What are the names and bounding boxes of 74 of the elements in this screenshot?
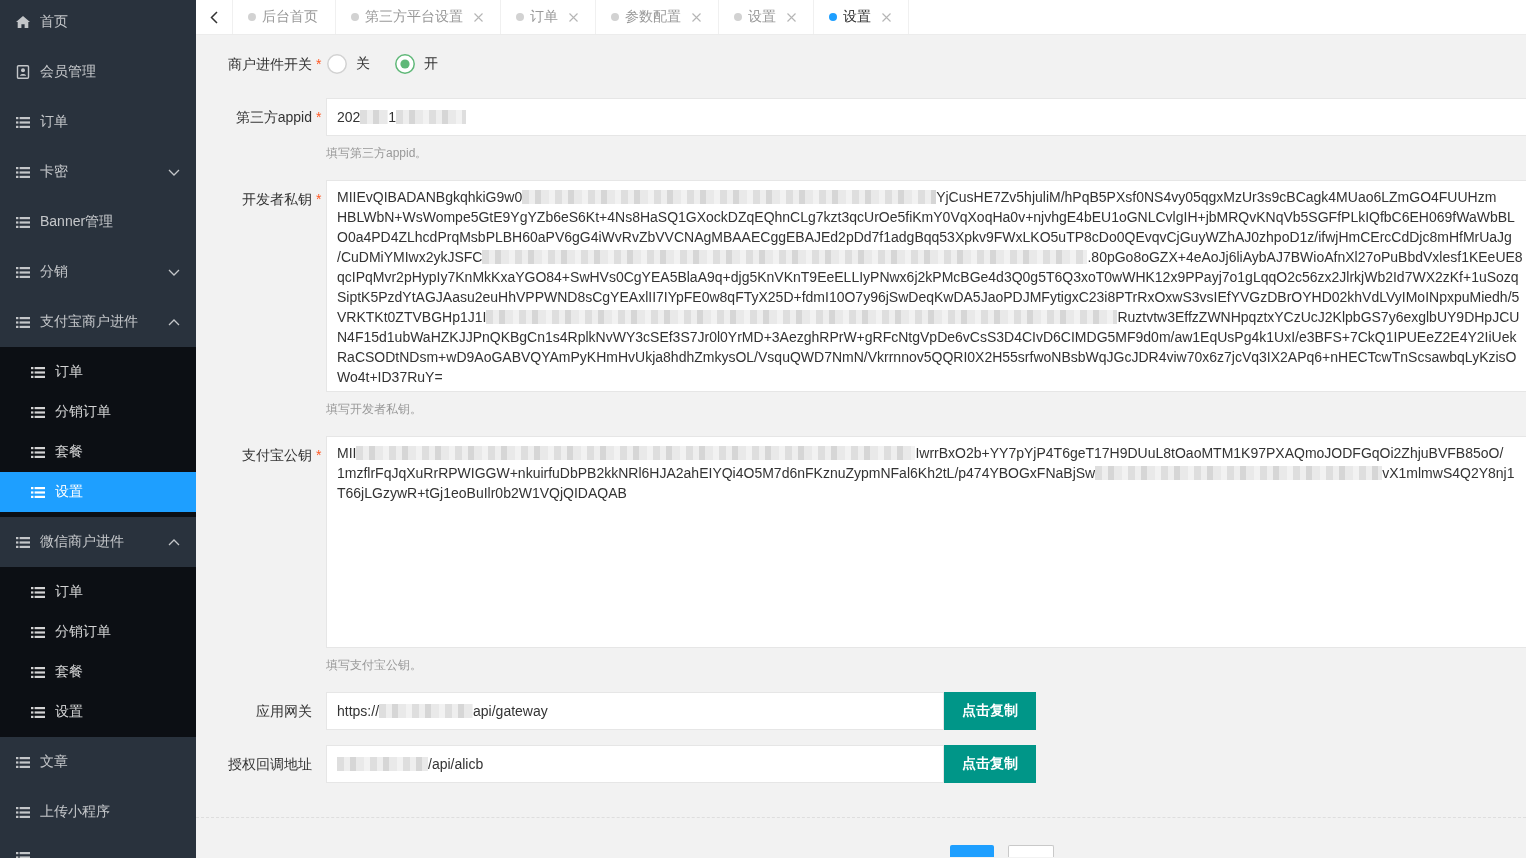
list-icon xyxy=(16,266,30,278)
copy-button[interactable]: 点击复制 xyxy=(944,745,1036,783)
status-dot-icon xyxy=(734,13,742,21)
status-dot-icon xyxy=(248,13,256,21)
required-mark: * xyxy=(316,108,322,127)
sidebar-item[interactable]: 微信商户进件 xyxy=(0,517,196,567)
field-label: 授权回调地址 xyxy=(228,755,312,774)
list-icon xyxy=(16,166,30,178)
list-icon xyxy=(31,446,45,458)
pixelated-redaction xyxy=(396,110,467,124)
field-label: 第三方appid xyxy=(235,108,312,127)
close-icon[interactable] xyxy=(692,12,701,22)
field-label: 商户进件开关 xyxy=(228,55,312,74)
sidebar-item[interactable]: 文章 xyxy=(0,737,196,787)
submenu-item[interactable]: 订单 xyxy=(0,352,196,392)
submenu-item[interactable]: 套餐 xyxy=(0,652,196,692)
status-dot-icon xyxy=(516,13,524,21)
list-icon xyxy=(16,852,30,858)
list-icon xyxy=(16,536,30,548)
list-icon xyxy=(31,406,45,418)
sidebar-item[interactable]: 支付宝商户进件 xyxy=(0,297,196,347)
close-icon[interactable] xyxy=(474,12,483,22)
input-field[interactable]: 202 1 xyxy=(326,98,1526,136)
sidebar-item[interactable]: 首页 xyxy=(0,0,196,47)
close-icon[interactable] xyxy=(787,12,796,22)
list-icon xyxy=(31,706,45,718)
list-icon xyxy=(31,366,45,378)
pixelated-redaction xyxy=(360,110,389,124)
contact-card-icon xyxy=(16,65,30,79)
sidebar-item[interactable]: 分销 xyxy=(0,247,196,297)
required-mark: * xyxy=(316,190,322,209)
sidebar-item[interactable]: Banner管理 xyxy=(0,197,196,247)
radio-option[interactable]: 开 xyxy=(395,54,438,74)
submenu-item[interactable]: 分销订单 xyxy=(0,392,196,432)
submenu-item[interactable]: 订单 xyxy=(0,572,196,612)
list-icon xyxy=(31,666,45,678)
field-hint: 填写支付宝公钥。 xyxy=(326,657,422,674)
chevron-left-icon xyxy=(210,10,218,24)
list-icon xyxy=(31,486,45,498)
list-icon xyxy=(31,626,45,638)
close-icon[interactable] xyxy=(569,12,578,22)
radio-option[interactable]: 关 xyxy=(327,54,370,74)
status-dot-icon xyxy=(611,13,619,21)
list-icon xyxy=(16,806,30,818)
textarea-field[interactable]: MII IwrrBxO2b+YY7pYjP4T6geT17H9DUuL8tOaoMTM1K97PXAQmoJODFGqOi2ZhjuBVFB85oO/ 1mzflrFqJqXuRrRPWIGGW+nkuirfuDbPB2kkNRl6HJA2ahEIYQi4O5M7d6nFKznuZypmNFal6Kh2tL/p474YBOGxFNaBjSw vX1mlmwS4Q2Y8nj1 T66jLGzywR+tGj1eoBuIlr0b2W1VQjQIDAQAB xyxy=(326,436,1526,648)
required-mark: * xyxy=(316,446,322,465)
copy-button[interactable]: 点击复制 xyxy=(944,692,1036,730)
submenu-item[interactable]: 套餐 xyxy=(0,432,196,472)
list-icon xyxy=(16,116,30,128)
field-label: 支付宝公钥 xyxy=(242,446,312,465)
list-icon xyxy=(31,586,45,598)
field-label: 应用网关 xyxy=(256,702,312,721)
submenu-item[interactable]: 设置 xyxy=(0,692,196,732)
sidebar-item[interactable]: 卡密 xyxy=(0,147,196,197)
close-icon[interactable] xyxy=(882,12,891,22)
status-dot-icon xyxy=(351,13,359,21)
sidebar-item[interactable]: 会员管理 xyxy=(0,47,196,97)
textarea-field[interactable]: MIIEvQIBADANBgkqhkiG9w0 YjCusHE7Zv5hjuliM/hPqB5PXsf0NS4vy05qgxMzUr3s9cBCagk4MUao6LZmGO4FUUHzm HBLWbN+WsWompe5GtE9YgYZb6eS6Kt+4Ns8HaSQ1GXockDZqEQhnCLg7kzt3qcUrOe5fiKmY0VqXoqHa0v+njvhgE4bEU1oGNLCvlgIH+jbMRQvKNqVb5SGFfPLkIQfbC6EH069fWaWbBL O0a4PD4ZLhcdPrqMsbPLBH60aPV6gG4iWvRvZbVVCNAgMBAAECggEBAJEd2pDd7f1adgBqq53Xpkv9FWxLKO5uTP8cDo0QEvqvCjGuyWZhAJ0zhpoD1z/ifwjHmCErcCdDjc8mHfMrUaJg /CuDMiYMIwx2ykJSFC .80pGo8oGZX+4eAoJj6liAybAJ7BWioAfnXl27oPuBbdVxlesf1KEeUE8 qcIPqMvr2pHypIy7KnMkKxaYGO84+SwHVs0CgYEA5BlaA9q+djg5KnVKnT9EeELLIyPNwx6j2kPMcBGe4d3Q0g5T6Q3xoT0wWHK12x9PPayj7o1gLqqO2c56zx2JlrkjWb2Id7WX2zKf+1uSozq SiptK5PzdYtAGJAasu2euHhVPPWND8sCgYEAxlII7IYpFE0w8qFTyX25D+fdmI10O7y96jSwDeqKwDA5JaoPDJMFytigxC23i8PTrRxOxwS3vsIEfYVGzDBrOYHD02khVdLVyIMoINpxpuMiedh/5 VRKTKt0ZTVBGHp1J1I Ruztvtw3EffzZWNHpqztxYCzUcJ2KlpbGS7y6exglbUY9DHpJCU N4F15d1ubWaHZKJJPnQKBgCn1s4RplkNvWY3cSEf3S7Jr0l0YrMD+3AezghRPrW+gRFcNtgVpDe6vCsS3D4CIvD6CIMDG5MF9d0m/aw1EqUsPg4k1UxI/e3BFS+7CkQ1IPUEeZ2E4Y2IiUek RaCSODtNDsm+wD9AoGABVQYAmPyKHmHvUkja8hdhZmkysOL/VsquQWD7NmN/Vkrrnnov5QQRI0X2H55srfwoNBsbWqJGcJDR4viw70x6z7jcVq3IX2APq6+nHECTcwTnScsawbqLyKzisO Wo4t+ID37RuY= xyxy=(326,180,1526,392)
tab[interactable]: 设置 xyxy=(814,0,909,34)
sidebar-item[interactable]: 订单 xyxy=(0,97,196,147)
field-hint: 填写第三方appid。 xyxy=(326,145,428,162)
list-icon xyxy=(16,216,30,228)
submenu-item[interactable]: 分销订单 xyxy=(0,612,196,652)
status-dot-icon xyxy=(829,13,837,21)
input-field[interactable]: https:// api/gateway xyxy=(326,692,944,730)
list-icon xyxy=(16,756,30,768)
field-hint: 填写开发者私钥。 xyxy=(326,401,422,418)
field-label: 开发者私钥 xyxy=(242,190,312,209)
input-field[interactable]: /api/alicb xyxy=(326,745,944,783)
action-button[interactable] xyxy=(1008,845,1054,857)
sidebar-item[interactable]: 上传小程序 xyxy=(0,787,196,837)
list-icon xyxy=(16,316,30,328)
home-icon xyxy=(16,16,30,28)
required-mark: * xyxy=(316,55,322,74)
